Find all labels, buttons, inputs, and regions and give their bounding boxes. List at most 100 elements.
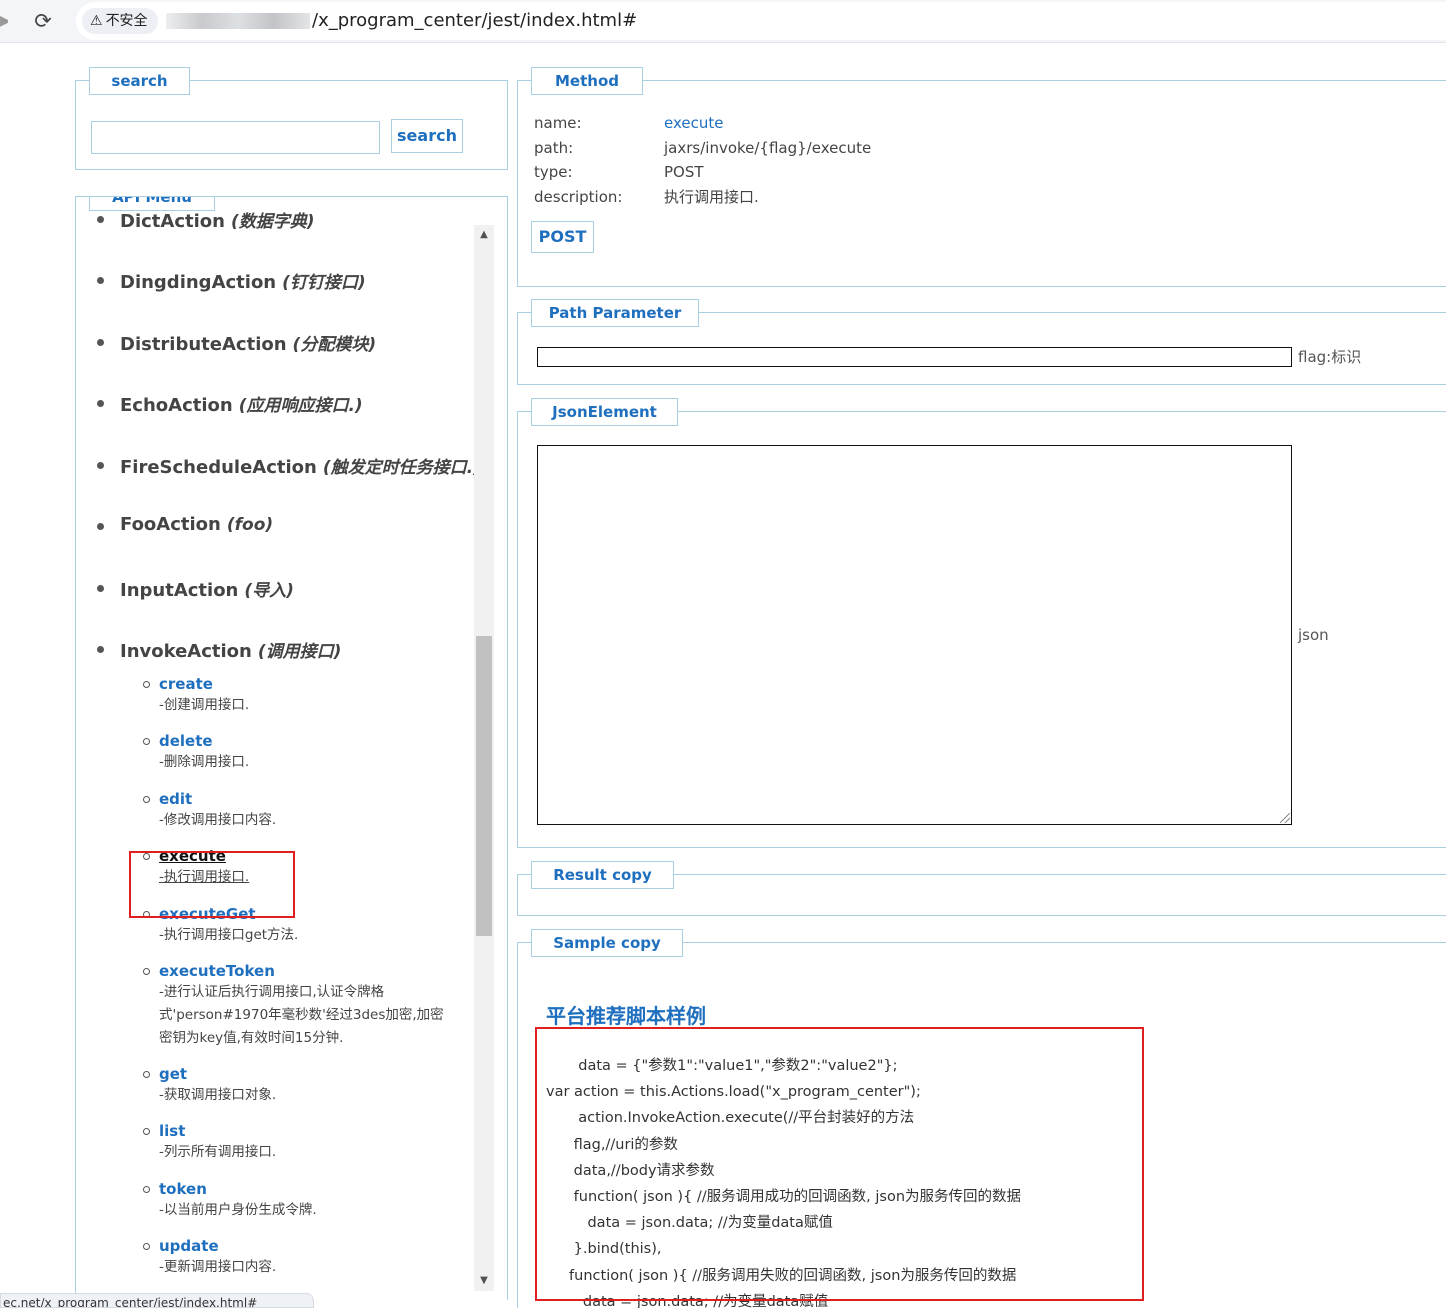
menu-method-desc: -执行调用接口get方法. xyxy=(159,927,299,943)
menu-action-item[interactable]: EchoAction (应用响应接口.) xyxy=(97,391,363,416)
menu-method-desc: -以当前用户身份生成令牌. xyxy=(159,1202,317,1218)
menu-action-name[interactable]: DistributeAction xyxy=(120,334,287,355)
menu-action-item[interactable]: InvokeAction (调用接口) xyxy=(97,637,342,662)
forward-icon[interactable]: ▶ xyxy=(0,11,8,31)
menu-method-link[interactable]: edit xyxy=(159,789,479,809)
menu-action-desc: (触发定时任务接口.) xyxy=(322,458,481,478)
security-label: 不安全 xyxy=(105,13,148,29)
menu-action-item[interactable]: DingdingAction (钉钉接口) xyxy=(97,268,366,293)
api-menu-panel: API Menu DictAction (数据字典) DingdingAction(… xyxy=(75,196,508,1300)
search-input[interactable] xyxy=(91,121,380,154)
flag-input[interactable] xyxy=(537,347,1292,367)
circle-bullet-icon xyxy=(143,968,150,975)
description-value: 执行调用接口. xyxy=(664,188,759,206)
circle-bullet-icon xyxy=(143,1186,150,1193)
sample-title: 平台推荐脚本样例 xyxy=(546,1004,706,1028)
path-value: jaxrs/invoke/{flag}/execute xyxy=(664,139,872,157)
menu-method-link[interactable]: token xyxy=(159,1179,479,1199)
scroll-thumb[interactable] xyxy=(476,636,492,936)
scroll-up-icon[interactable]: ▲ xyxy=(474,225,494,245)
circle-bullet-icon xyxy=(143,796,150,803)
menu-method-item[interactable]: update -更新调用接口内容. xyxy=(143,1236,479,1279)
menu-action-desc: (导入) xyxy=(244,581,294,601)
link-status-bubble: ec.net/x_program_center/jest/index.html# xyxy=(0,1293,314,1308)
menu-method-item[interactable]: get -获取调用接口对象. xyxy=(143,1064,479,1107)
menu-action-item[interactable]: FireScheduleAction (触发定时任务接口.) xyxy=(97,453,481,478)
method-panel: Method name: execute path: jaxrs/invoke/{f… xyxy=(517,67,1446,287)
menu-method-item[interactable]: token -以当前用户身份生成令牌. xyxy=(143,1179,479,1222)
menu-method-link[interactable]: executeToken xyxy=(159,961,479,981)
menu-method-desc: -进行认证后执行调用接口,认证令牌格 xyxy=(159,984,385,1000)
menu-action-item[interactable]: FooAction (foo) xyxy=(97,514,273,535)
menu-action-item[interactable]: DictAction (数据字典) xyxy=(97,207,315,232)
menu-method-desc: -创建调用接口. xyxy=(159,697,250,713)
menu-action-name[interactable]: FireScheduleAction xyxy=(120,457,317,478)
menu-action-desc: (数据字典) xyxy=(230,212,315,232)
method-legend: Method xyxy=(531,67,643,95)
selected-method-highlight xyxy=(129,851,295,918)
method-type-row: type: POST xyxy=(534,161,704,183)
result-copy-legend[interactable]: Result copy xyxy=(531,861,674,889)
security-chip[interactable]: ⚠ 不安全 xyxy=(82,8,158,34)
menu-method-link[interactable]: create xyxy=(159,674,479,694)
flag-label: flag:标识 xyxy=(1298,348,1362,366)
menu-action-desc: (分配模块) xyxy=(292,335,377,355)
json-textarea[interactable] xyxy=(537,445,1292,825)
blurred-host xyxy=(166,13,310,29)
menu-method-desc: -删除调用接口. xyxy=(159,754,250,770)
bullet-icon xyxy=(97,216,104,223)
menu-action-item[interactable]: DistributeAction (分配模块) xyxy=(97,330,377,355)
menu-action-desc: (钉钉接口) xyxy=(282,273,366,293)
search-panel: search search xyxy=(75,67,508,170)
menu-action-name[interactable]: FooAction xyxy=(120,514,221,535)
description-label: description: xyxy=(534,188,623,206)
reload-icon[interactable]: ⟳ xyxy=(30,8,56,34)
method-path-row: path: jaxrs/invoke/{flag}/execute xyxy=(534,137,871,159)
menu-method-item[interactable]: edit -修改调用接口内容. xyxy=(143,789,479,832)
menu-method-link[interactable]: get xyxy=(159,1064,479,1084)
name-label: name: xyxy=(534,114,582,132)
menu-action-name[interactable]: DictAction xyxy=(120,211,225,232)
json-element-legend: JsonElement xyxy=(531,398,678,426)
bullet-icon xyxy=(97,585,104,592)
sample-code-highlight xyxy=(535,1027,1144,1301)
menu-method-item[interactable]: list -列示所有调用接口. xyxy=(143,1121,479,1164)
circle-bullet-icon xyxy=(143,738,150,745)
warning-icon: ⚠ xyxy=(90,13,103,29)
menu-action-name[interactable]: InputAction xyxy=(120,580,238,601)
method-description-row: description: 执行调用接口. xyxy=(534,186,759,208)
menu-action-name[interactable]: InvokeAction xyxy=(120,641,252,662)
menu-action-desc: (调用接口) xyxy=(257,642,342,662)
menu-method-desc: -列示所有调用接口. xyxy=(159,1144,277,1160)
menu-action-name[interactable]: EchoAction xyxy=(120,395,233,416)
browser-toolbar: ▶ ⟳ ⚠ 不安全 /x_program_center/jest/index.ht… xyxy=(0,0,1446,43)
menu-method-desc: -更新调用接口内容. xyxy=(159,1259,277,1275)
name-value: execute xyxy=(664,114,724,132)
menu-method-item[interactable]: delete -删除调用接口. xyxy=(143,731,479,774)
post-button[interactable]: POST xyxy=(531,221,594,253)
circle-bullet-icon xyxy=(143,1128,150,1135)
menu-action-name[interactable]: DingdingAction xyxy=(120,272,276,293)
menu-method-desc: -修改调用接口内容. xyxy=(159,812,277,828)
menu-method-link[interactable]: delete xyxy=(159,731,479,751)
path-label: path: xyxy=(534,139,574,157)
menu-method-link[interactable]: list xyxy=(159,1121,479,1141)
path-parameter-legend: Path Parameter xyxy=(531,299,699,327)
address-bar[interactable]: ⚠ 不安全 /x_program_center/jest/index.html# xyxy=(76,2,1446,40)
bullet-icon xyxy=(97,646,104,653)
json-element-panel: JsonElement json xyxy=(517,398,1446,848)
sample-panel: Sample copy 平台推荐脚本样例 data = {"参数1":"valu… xyxy=(517,929,1446,1308)
search-button[interactable]: search xyxy=(391,119,463,153)
menu-method-link[interactable]: update xyxy=(159,1236,479,1256)
type-label: type: xyxy=(534,163,573,181)
sample-copy-legend[interactable]: Sample copy xyxy=(531,929,683,957)
menu-method-desc: 式'person#1970年毫秒数'经过3des加密,加密 xyxy=(159,1007,444,1023)
search-legend: search xyxy=(89,67,190,95)
bullet-icon xyxy=(97,523,104,530)
url-path: /x_program_center/jest/index.html# xyxy=(312,10,638,31)
menu-method-item[interactable]: executeToken -进行认证后执行调用接口,认证令牌格式'person#1… xyxy=(143,961,479,1050)
menu-method-item[interactable]: create -创建调用接口. xyxy=(143,674,479,717)
menu-scrollbar[interactable]: ▲ ▼ xyxy=(474,225,494,1291)
menu-action-item[interactable]: InputAction (导入) xyxy=(97,576,294,601)
scroll-down-icon[interactable]: ▼ xyxy=(474,1271,494,1291)
